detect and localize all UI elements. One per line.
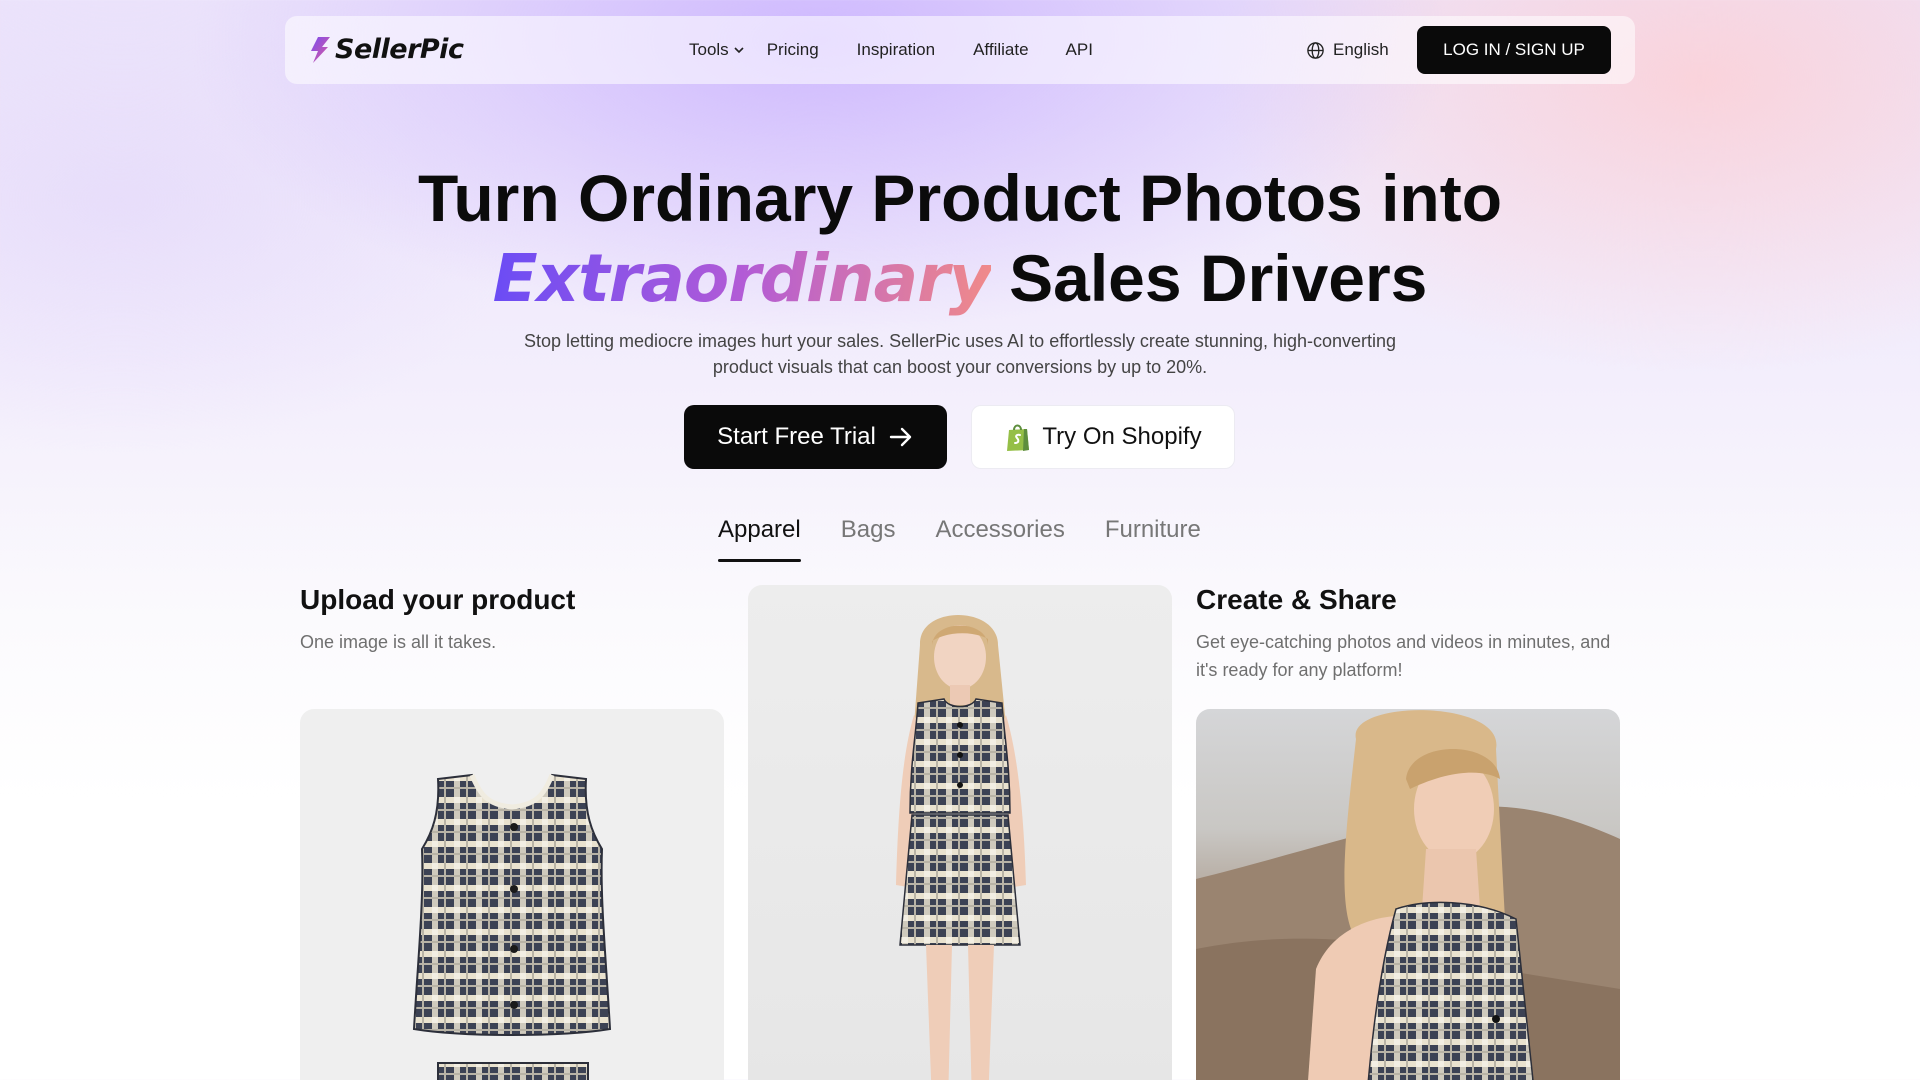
upload-step-title: Upload your product (300, 584, 576, 615)
logo-text: SellerPic (335, 34, 464, 65)
plaid-vest-illustration (412, 773, 612, 1080)
model-outdoor-image (1196, 709, 1620, 1080)
model-outdoor-illustration (1196, 710, 1620, 1080)
product-upload-image (300, 709, 724, 1080)
tab-furniture[interactable]: Furniture (1105, 516, 1201, 562)
model-studio-image (748, 585, 1172, 1080)
category-tabs: Apparel Bags Accessories Furniture (718, 516, 1201, 562)
chevron-down-icon (734, 47, 744, 54)
tab-accessories[interactable]: Accessories (935, 516, 1064, 562)
logo-bolt-icon (311, 36, 330, 63)
globe-icon (1307, 41, 1324, 59)
upload-step-desc: One image is all it takes. (300, 632, 497, 652)
start-free-trial-button[interactable]: Start Free Trial (684, 405, 947, 469)
create-share-desc-line1: Get eye-catching photos and videos in mi… (1196, 632, 1611, 652)
hero-title: Turn Ordinary Product Photos into Extrao… (0, 158, 1920, 319)
language-selector[interactable]: English (1306, 16, 1389, 84)
create-share-title: Create & Share (1196, 584, 1397, 615)
tab-bags[interactable]: Bags (841, 516, 896, 562)
nav-tools-menu[interactable]: Tools (689, 40, 745, 60)
language-label: English (1333, 40, 1389, 59)
nav-links: Tools Pricing Inspiration Affiliate API (689, 16, 1093, 84)
nav-affiliate-link[interactable]: Affiliate (973, 40, 1028, 60)
model-studio-illustration (896, 615, 1026, 1080)
nav-api-link[interactable]: API (1066, 40, 1093, 60)
shopify-bag-icon (1007, 424, 1030, 451)
nav-tools-label: Tools (689, 40, 729, 59)
hero-subtitle-line1: Stop letting mediocre images hurt your s… (523, 331, 1397, 351)
top-navbar: SellerPic Tools Pricing Inspiration Affi… (285, 16, 1635, 84)
login-signup-button[interactable]: LOG IN / SIGN UP (1417, 26, 1611, 74)
nav-inspiration-link[interactable]: Inspiration (857, 40, 935, 60)
create-share-desc-line2: it's ready for any platform! (1196, 660, 1403, 680)
start-free-trial-label: Start Free Trial (717, 423, 876, 450)
try-on-shopify-button[interactable]: Try On Shopify (971, 405, 1235, 469)
create-share-desc: Get eye-catching photos and videos in mi… (1196, 628, 1636, 684)
logo[interactable]: SellerPic (309, 34, 464, 65)
tab-apparel[interactable]: Apparel (718, 516, 801, 562)
hero-subtitle: Stop letting mediocre images hurt your s… (460, 328, 1460, 380)
hero-subtitle-line2: product visuals that can boost your conv… (712, 357, 1208, 377)
nav-pricing-link[interactable]: Pricing (767, 40, 819, 60)
try-on-shopify-label: Try On Shopify (1042, 423, 1202, 450)
hero-title-line1: Turn Ordinary Product Photos into (417, 161, 1503, 235)
hero-title-rest: Sales Drivers (990, 241, 1428, 315)
hero-title-highlight: Extraordinary (492, 240, 992, 317)
arrow-right-icon (889, 427, 912, 447)
